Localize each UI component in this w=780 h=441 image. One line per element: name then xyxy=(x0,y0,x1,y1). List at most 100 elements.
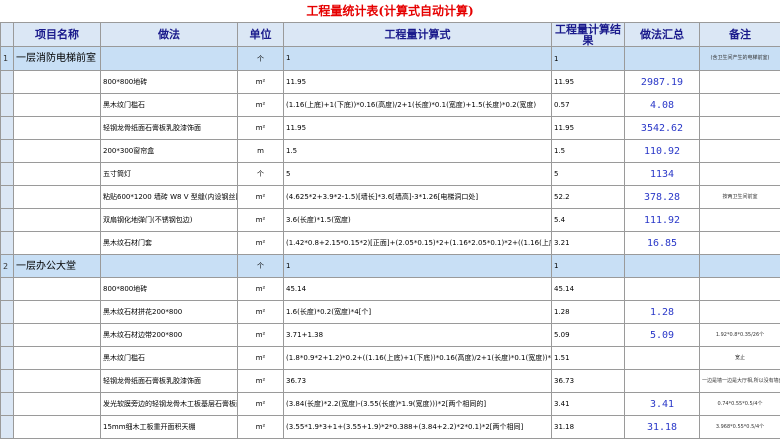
unit-cell[interactable]: 个 xyxy=(237,254,284,278)
unit-cell[interactable]: m² xyxy=(237,415,284,439)
method-cell[interactable]: 粘贴600*1200 墙砖 W8 V 型缝(内设钢丝网) xyxy=(100,185,238,209)
remark-cell[interactable] xyxy=(699,162,780,186)
method-cell[interactable]: 200*300窗帘盒 xyxy=(100,139,238,163)
method-cell[interactable]: 双扇钢化地弹门(不锈钢包边) xyxy=(100,208,238,232)
method-cell[interactable]: 黑木纹门槛石 xyxy=(100,93,238,117)
formula-cell[interactable]: 5 xyxy=(283,162,552,186)
unit-cell[interactable]: m² xyxy=(237,70,284,94)
unit-cell[interactable]: m² xyxy=(237,346,284,370)
result-cell[interactable]: 1 xyxy=(551,46,625,71)
name-cell[interactable] xyxy=(13,116,101,140)
name-cell[interactable] xyxy=(13,231,101,255)
remark-cell[interactable]: 3.968*0.55*0.5/4个 xyxy=(699,415,780,439)
remark-cell[interactable] xyxy=(699,231,780,255)
result-cell[interactable]: 3.41 xyxy=(551,392,625,416)
total-cell[interactable] xyxy=(624,346,700,370)
row-number-cell[interactable] xyxy=(0,70,14,94)
name-cell[interactable]: 一层办公大堂 xyxy=(13,254,101,278)
unit-cell[interactable]: m² xyxy=(237,231,284,255)
name-cell[interactable] xyxy=(13,185,101,209)
remark-cell[interactable] xyxy=(699,254,780,278)
row-number-cell[interactable] xyxy=(0,208,14,232)
result-cell[interactable]: 5.4 xyxy=(551,208,625,232)
result-cell[interactable]: 1.5 xyxy=(551,139,625,163)
unit-cell[interactable]: m² xyxy=(237,277,284,301)
remark-cell[interactable]: 宽止 xyxy=(699,346,780,370)
header-result[interactable]: 工程量计算结果 xyxy=(551,22,625,47)
result-cell[interactable]: 1.28 xyxy=(551,300,625,324)
row-number-cell[interactable]: 1 xyxy=(0,46,14,71)
method-cell[interactable]: 黑木纹石材边带200*800 xyxy=(100,323,238,347)
name-cell[interactable] xyxy=(13,93,101,117)
remark-cell[interactable]: 1.92*0.8*0.35/26个 xyxy=(699,323,780,347)
method-cell[interactable]: 15mm细木工板重开面积天棚 xyxy=(100,415,238,439)
method-cell[interactable]: 黑木纹门槛石 xyxy=(100,346,238,370)
remark-cell[interactable] xyxy=(699,93,780,117)
name-cell[interactable] xyxy=(13,392,101,416)
name-cell[interactable] xyxy=(13,323,101,347)
name-cell[interactable] xyxy=(13,208,101,232)
remark-cell[interactable] xyxy=(699,139,780,163)
total-cell[interactable]: 4.08 xyxy=(624,93,700,117)
total-cell[interactable]: 378.28 xyxy=(624,185,700,209)
result-cell[interactable]: 11.95 xyxy=(551,70,625,94)
total-cell[interactable]: 16.85 xyxy=(624,231,700,255)
result-cell[interactable]: 0.57 xyxy=(551,93,625,117)
header-method[interactable]: 做法 xyxy=(100,22,238,47)
formula-cell[interactable]: (4.625*2+3.9*2-1.5)[墙长]*3.6[墙高]-3*1.26[电… xyxy=(283,185,552,209)
header-name[interactable]: 项目名称 xyxy=(13,22,101,47)
remark-cell[interactable]: (含卫生间产生的电梯前室) xyxy=(699,46,780,71)
row-number-cell[interactable] xyxy=(0,369,14,393)
remark-cell[interactable] xyxy=(699,208,780,232)
unit-cell[interactable]: m² xyxy=(237,185,284,209)
formula-cell[interactable]: 1.6(长度)*0.2(宽度)*4[个] xyxy=(283,300,552,324)
method-cell[interactable] xyxy=(100,46,238,71)
name-cell[interactable] xyxy=(13,369,101,393)
result-cell[interactable]: 11.95 xyxy=(551,116,625,140)
unit-cell[interactable]: m² xyxy=(237,116,284,140)
row-number-cell[interactable] xyxy=(0,185,14,209)
unit-cell[interactable]: m² xyxy=(237,369,284,393)
unit-cell[interactable]: m² xyxy=(237,392,284,416)
unit-cell[interactable]: m xyxy=(237,139,284,163)
row-number-cell[interactable] xyxy=(0,162,14,186)
total-cell[interactable]: 31.18 xyxy=(624,415,700,439)
total-cell[interactable] xyxy=(624,369,700,393)
formula-cell[interactable]: 1 xyxy=(283,46,552,71)
row-number-cell[interactable] xyxy=(0,93,14,117)
name-cell[interactable] xyxy=(13,139,101,163)
name-cell[interactable] xyxy=(13,415,101,439)
name-cell[interactable] xyxy=(13,162,101,186)
unit-cell[interactable]: m² xyxy=(237,323,284,347)
method-cell[interactable]: 轻钢龙骨纸面石膏板乳胶漆饰面 xyxy=(100,116,238,140)
row-number-header[interactable] xyxy=(0,22,14,47)
total-cell[interactable]: 111.92 xyxy=(624,208,700,232)
row-number-cell[interactable] xyxy=(0,415,14,439)
result-cell[interactable]: 36.73 xyxy=(551,369,625,393)
result-cell[interactable]: 5.09 xyxy=(551,323,625,347)
remark-cell[interactable]: 0.74*0.55*0.5/4个 xyxy=(699,392,780,416)
method-cell[interactable]: 黑木纹石材拼花200*800 xyxy=(100,300,238,324)
row-number-cell[interactable] xyxy=(0,231,14,255)
unit-cell[interactable]: m² xyxy=(237,93,284,117)
result-cell[interactable]: 52.2 xyxy=(551,185,625,209)
method-cell[interactable]: 轻钢龙骨纸面石膏板乳胶漆饰面 xyxy=(100,369,238,393)
remark-cell[interactable] xyxy=(699,116,780,140)
result-cell[interactable]: 45.14 xyxy=(551,277,625,301)
name-cell[interactable] xyxy=(13,346,101,370)
remark-cell[interactable] xyxy=(699,300,780,324)
row-number-cell[interactable] xyxy=(0,323,14,347)
unit-cell[interactable]: m² xyxy=(237,300,284,324)
total-cell[interactable]: 3.41 xyxy=(624,392,700,416)
unit-cell[interactable]: 个 xyxy=(237,46,284,71)
total-cell[interactable]: 2987.19 xyxy=(624,70,700,94)
formula-cell[interactable]: 11.95 xyxy=(283,116,552,140)
total-cell[interactable]: 5.09 xyxy=(624,323,700,347)
formula-cell[interactable]: (1.42*0.8+2.15*0.15*2)[正面]+(2.05*0.15)*2… xyxy=(283,231,552,255)
result-cell[interactable]: 3.21 xyxy=(551,231,625,255)
unit-cell[interactable]: 个 xyxy=(237,162,284,186)
formula-cell[interactable]: (1.16(上底)+1(下底))*0.16(高度)/2+1(长度)*0.1(宽度… xyxy=(283,93,552,117)
total-cell[interactable]: 1.28 xyxy=(624,300,700,324)
formula-cell[interactable]: (1.8*0.9*2+1.2)*0.2+((1.16(上底)+1(下底))*0.… xyxy=(283,346,552,370)
formula-cell[interactable]: 45.14 xyxy=(283,277,552,301)
